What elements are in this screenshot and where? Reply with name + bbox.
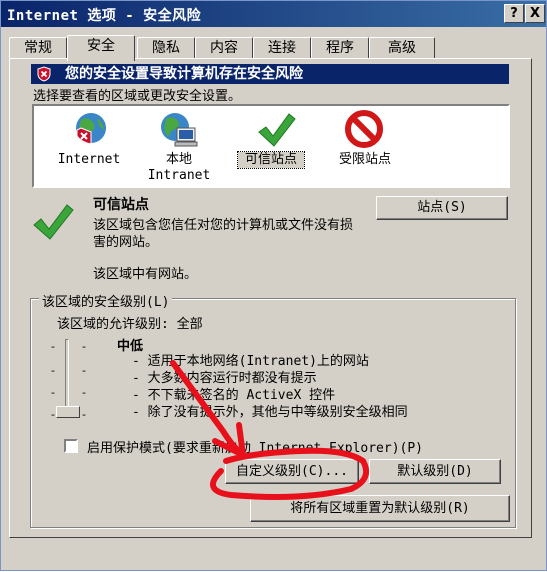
zone-internet-label: Internet	[57, 152, 121, 167]
slider-tick: -	[82, 340, 86, 353]
security-level-name: 中低	[117, 339, 144, 354]
tab-content[interactable]: 内容	[195, 37, 253, 59]
zone-internet[interactable]: Internet	[44, 106, 134, 186]
selected-zone-name: 可信站点	[93, 197, 149, 213]
help-button[interactable]: ?	[504, 4, 524, 23]
zone-local-label-line2: Intranet	[147, 168, 211, 183]
security-slider-thumb[interactable]	[56, 406, 80, 418]
tab-general[interactable]: 常规	[9, 37, 67, 59]
protected-mode-label[interactable]: 启用保护模式(要求重新启动 Internet Explorer)(P)	[87, 437, 423, 456]
slider-tick: -	[82, 386, 86, 399]
zone-restricted-sites-label: 受限站点	[338, 152, 391, 167]
tab-programs[interactable]: 程序	[311, 37, 369, 59]
slider-tick: -	[51, 364, 55, 377]
tab-privacy[interactable]: 隐私	[137, 37, 195, 59]
protected-mode-checkbox[interactable]	[64, 439, 78, 453]
zone-trusted-sites-label: 可信站点	[237, 151, 305, 169]
tab-advanced[interactable]: 高级	[369, 37, 435, 59]
zone-local-intranet-label: 本地 Intranet	[134, 152, 224, 184]
trusted-zone-check-icon	[31, 201, 75, 247]
tab-connections[interactable]: 连接	[253, 37, 311, 59]
level-detail-item: - 适用于本地网络(Intranet)上的网站	[132, 354, 369, 369]
selected-zone-description: 该区域包含您信任对您的计算机或文件没有损害的网站。	[93, 218, 354, 250]
warning-text: 您的安全设置导致计算机存在安全风险	[65, 66, 303, 82]
slider-tick: -	[82, 364, 86, 377]
slider-tick: -	[51, 408, 55, 421]
level-detail-item: - 不下载未签名的 ActiveX 控件	[132, 388, 336, 403]
slider-tick: -	[51, 340, 55, 353]
close-button[interactable]: X	[525, 4, 545, 23]
slider-tick: -	[51, 386, 55, 399]
zone-local-label-line1: 本地	[165, 152, 192, 167]
tab-security[interactable]: 安全	[67, 35, 135, 61]
zone-list: Internet 本地 Intranet 可信站点 受限站点	[32, 104, 510, 188]
slider-tick: -	[82, 408, 86, 421]
security-warning-bar[interactable]: 您的安全设置导致计算机存在安全风险	[31, 64, 509, 84]
security-level-group-label: 该区域的安全级别(L)	[39, 291, 173, 310]
custom-level-button[interactable]: 自定义级别(C)...	[225, 459, 359, 484]
security-level-details: - 适用于本地网络(Intranet)上的网站 - 大多数内容运行时都没有提示 …	[132, 353, 408, 421]
allowed-level-text: 该区域的允许级别: 全部	[57, 317, 203, 332]
level-detail-item: - 除了没有提示外，其他与中等级别安全级相同	[132, 405, 408, 420]
internet-options-window: Internet 选项 - 安全风险 ? X 常规 安全 隐私 内容 连接 程序…	[0, 0, 547, 571]
level-detail-item: - 大多数内容运行时都没有提示	[132, 371, 317, 386]
default-level-button[interactable]: 默认级别(D)	[369, 459, 501, 484]
selected-zone-note: 该区域中有网站。	[93, 267, 198, 282]
instructions-text: 选择要查看的区域或更改安全设置。	[33, 89, 242, 104]
sites-button[interactable]: 站点(S)	[376, 196, 508, 220]
zone-local-intranet[interactable]: 本地 Intranet	[134, 106, 224, 186]
title-bar[interactable]: Internet 选项 - 安全风险 ? X	[1, 1, 546, 27]
reset-all-zones-button[interactable]: 将所有区域重置为默认级别(R)	[250, 495, 510, 522]
zone-restricted-sites[interactable]: 受限站点	[320, 106, 410, 186]
window-title: Internet 选项 - 安全风险	[7, 8, 202, 24]
zone-trusted-sites[interactable]: 可信站点	[232, 106, 322, 186]
